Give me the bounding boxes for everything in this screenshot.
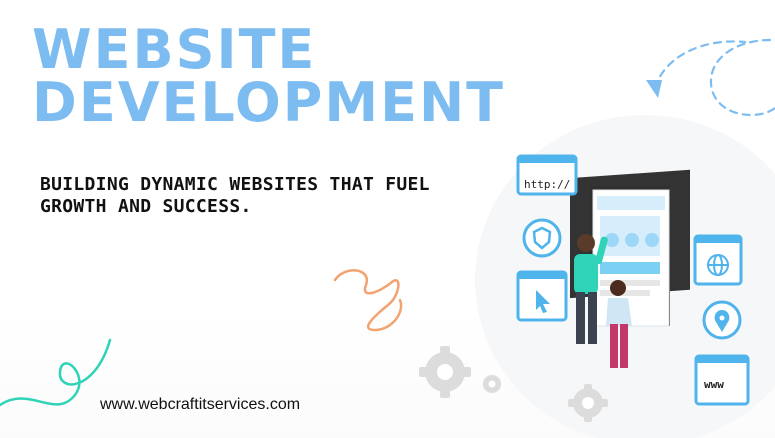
cursor-card [516, 270, 568, 322]
www-card-label: www [704, 378, 724, 391]
page-title: WEBSITE DEVELOPMENT [32, 18, 506, 134]
title-line-1: WEBSITE [32, 18, 317, 81]
shield-icon [522, 218, 562, 258]
website-url[interactable]: www.webcraftitservices.com [100, 396, 300, 414]
orange-squiggle [333, 269, 403, 332]
http-card-label: http:// [524, 178, 570, 191]
banner: http:// www WEBSITE DEVELOPMENT BUILDING… [0, 0, 775, 438]
teal-squiggle [0, 338, 112, 407]
gear-icon [419, 346, 471, 398]
dashed-arrow-icon [653, 38, 775, 117]
globe-card [693, 234, 743, 286]
pin-icon [702, 300, 742, 340]
title-line-2: DEVELOPMENT [32, 70, 506, 134]
arrow-head-icon [646, 80, 662, 98]
tagline: BUILDING DYNAMIC WEBSITES THAT FUEL GROW… [40, 174, 430, 217]
gear-icon-small [483, 375, 501, 393]
